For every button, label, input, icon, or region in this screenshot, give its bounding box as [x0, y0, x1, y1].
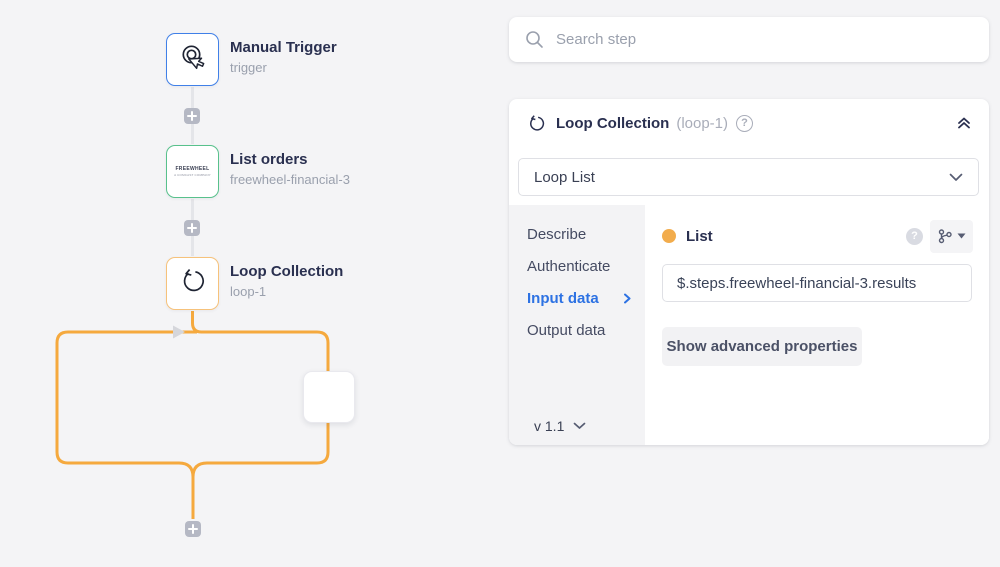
node-label-manual-trigger: Manual Trigger trigger — [230, 39, 337, 75]
list-value-input[interactable] — [662, 264, 972, 302]
chevron-down-icon — [573, 422, 586, 430]
panel-tabs: Describe Authenticate Input data Output … — [509, 205, 645, 445]
loop-icon — [527, 114, 546, 133]
operation-select-value: Loop List — [534, 169, 595, 186]
node-label-list-orders: List orders freewheel-financial-3 — [230, 151, 350, 187]
caret-down-icon — [957, 233, 966, 239]
node-subtitle: freewheel-financial-3 — [230, 172, 350, 187]
node-title: Manual Trigger — [230, 39, 337, 56]
node-label-loop-collection: Loop Collection loop-1 — [230, 263, 343, 299]
version-label: v 1.1 — [534, 418, 564, 434]
chevron-down-icon — [949, 173, 963, 182]
input-data-content: List ? — [645, 205, 989, 445]
panel-header: Loop Collection (loop-1) ? — [527, 111, 973, 135]
add-step-button[interactable] — [184, 220, 200, 236]
collapse-panel-button[interactable] — [955, 114, 973, 132]
data-mapper-button[interactable] — [930, 220, 973, 253]
tab-input-data[interactable]: Input data — [509, 282, 645, 314]
node-list-orders[interactable]: FREEWHEEL A COMCAST COMPANY — [166, 145, 219, 198]
manual-trigger-icon — [178, 42, 208, 77]
search-input[interactable] — [556, 31, 973, 48]
loop-empty-step-slot[interactable] — [303, 371, 355, 423]
tab-output-data[interactable]: Output data — [509, 314, 645, 346]
step-search-bar — [509, 17, 989, 62]
panel-body: Describe Authenticate Input data Output … — [509, 205, 989, 445]
search-icon — [525, 30, 544, 49]
version-selector[interactable]: v 1.1 — [534, 418, 586, 434]
field-label: List — [686, 228, 713, 245]
tab-authenticate[interactable]: Authenticate — [509, 250, 645, 282]
node-loop-collection[interactable] — [166, 257, 219, 310]
help-icon[interactable]: ? — [906, 228, 923, 245]
node-subtitle: loop-1 — [230, 284, 343, 299]
node-subtitle: trigger — [230, 60, 337, 75]
loop-flow-arrow-icon — [173, 326, 185, 339]
list-field-row: List ? — [662, 221, 973, 251]
node-title: Loop Collection — [230, 263, 343, 280]
chevron-right-icon — [624, 293, 631, 304]
help-icon[interactable]: ? — [736, 115, 753, 132]
node-title: List orders — [230, 151, 350, 168]
add-step-button[interactable] — [184, 108, 200, 124]
panel-title: Loop Collection — [556, 115, 669, 132]
freewheel-logo: FREEWHEEL A COMCAST COMPANY — [174, 165, 211, 178]
required-field-dot — [662, 229, 676, 243]
add-step-button[interactable] — [185, 521, 201, 537]
operation-select[interactable]: Loop List — [518, 158, 979, 196]
panel-step-id: (loop-1) — [676, 115, 728, 132]
tab-describe[interactable]: Describe — [509, 218, 645, 250]
branch-icon — [937, 228, 953, 244]
node-manual-trigger[interactable] — [166, 33, 219, 86]
step-properties-panel: Loop Collection (loop-1) ? Loop List Des… — [509, 99, 989, 445]
loop-icon — [179, 267, 207, 300]
show-advanced-properties-button[interactable]: Show advanced properties — [662, 327, 862, 366]
